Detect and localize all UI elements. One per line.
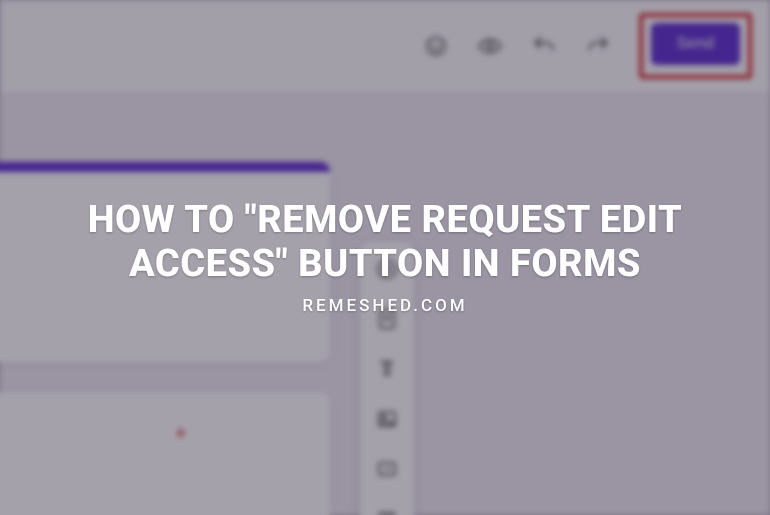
text-overlay: HOW TO "REMOVE REQUEST EDIT ACCESS" BUTT… — [0, 0, 770, 515]
site-label: REMESHED.COM — [302, 296, 467, 316]
thumbnail-stage: Send * — [0, 0, 770, 515]
headline: HOW TO "REMOVE REQUEST EDIT ACCESS" BUTT… — [30, 199, 740, 286]
